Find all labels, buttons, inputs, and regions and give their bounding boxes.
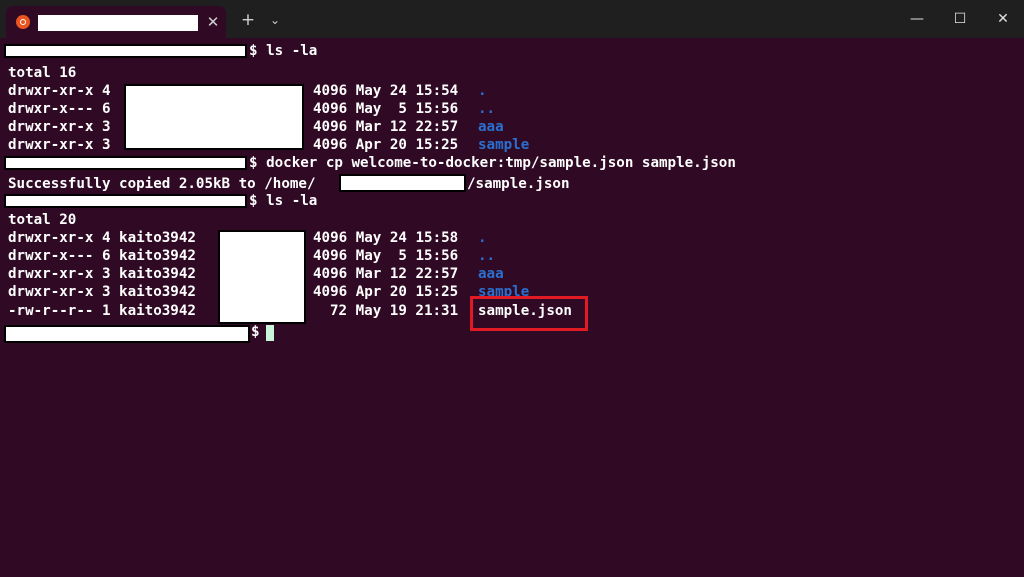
cursor [266, 325, 274, 341]
new-tab-icon[interactable]: + [238, 10, 258, 30]
output-line: Successfully copied 2.05kB to /home/ [8, 176, 316, 192]
maximize-icon[interactable]: ☐ [949, 9, 971, 29]
dir-name: . [478, 230, 487, 246]
output-line: drwxr-xr-x 4 kaito3942 [8, 230, 196, 246]
terminal-tab[interactable]: ✕ [6, 6, 226, 38]
dir-name: .. [478, 248, 496, 264]
dir-name: aaa [478, 119, 504, 135]
prompt-redacted [4, 325, 250, 343]
dir-name: .. [478, 101, 496, 117]
output-line: drwxr-xr-x 3 kaito3942 [8, 284, 196, 300]
output-line: total 16 [8, 65, 77, 81]
output-line: drwxr-xr-x 3 [8, 119, 111, 135]
dir-name: . [478, 83, 487, 99]
command-line: $ ls -la [249, 193, 318, 209]
output-line: drwxr-xr-x 4 [8, 83, 111, 99]
highlight-box [470, 296, 588, 331]
command-line: $ docker cp welcome-to-docker:tmp/sample… [249, 155, 736, 171]
output-line: 4096 May 24 15:58 [313, 230, 459, 246]
minimize-icon[interactable]: — [906, 9, 928, 29]
tab-close-icon[interactable]: ✕ [203, 12, 223, 32]
path-redacted [339, 174, 466, 192]
dir-name: sample [478, 137, 530, 153]
ubuntu-icon [16, 15, 30, 29]
prompt-redacted [4, 194, 247, 208]
tab-title-redacted [38, 15, 198, 31]
output-line: 4096 Mar 12 22:57 [313, 119, 459, 135]
prompt-redacted [4, 44, 247, 58]
output-line: 4096 Apr 20 15:25 [313, 284, 459, 300]
output-line: 4096 May 5 15:56 [313, 101, 459, 117]
output-line: 4096 Mar 12 22:57 [313, 266, 459, 282]
output-line: drwxr-xr-x 3 [8, 137, 111, 153]
output-line: drwxr-x--- 6 kaito3942 [8, 248, 196, 264]
output-line: -rw-r--r-- 1 kaito3942 [8, 303, 196, 319]
output-line: drwxr-xr-x 3 kaito3942 [8, 266, 196, 282]
chevron-down-icon[interactable]: ⌄ [266, 10, 284, 30]
group-redacted [218, 230, 306, 324]
terminal-window: ✕ + ⌄ — ☐ ✕ $ ls -la total 16 drwxr-xr-x… [0, 0, 1024, 577]
output-line: drwxr-x--- 6 [8, 101, 111, 117]
close-window-icon[interactable]: ✕ [992, 9, 1014, 29]
output-line: /sample.json [467, 176, 570, 192]
owner-redacted [124, 84, 304, 150]
dir-name: aaa [478, 266, 504, 282]
terminal-output[interactable]: $ ls -la total 16 drwxr-xr-x 4 4096 May … [0, 38, 1024, 577]
command-line: $ ls -la [249, 43, 318, 59]
prompt-redacted [4, 156, 247, 170]
title-bar: ✕ + ⌄ — ☐ ✕ [0, 0, 1024, 38]
output-line: total 20 [8, 212, 77, 228]
output-line: 72 May 19 21:31 [330, 303, 459, 319]
output-line: 4096 May 5 15:56 [313, 248, 459, 264]
prompt-symbol: $ [251, 324, 260, 340]
output-line: 4096 Apr 20 15:25 [313, 137, 459, 153]
output-line: 4096 May 24 15:54 [313, 83, 459, 99]
